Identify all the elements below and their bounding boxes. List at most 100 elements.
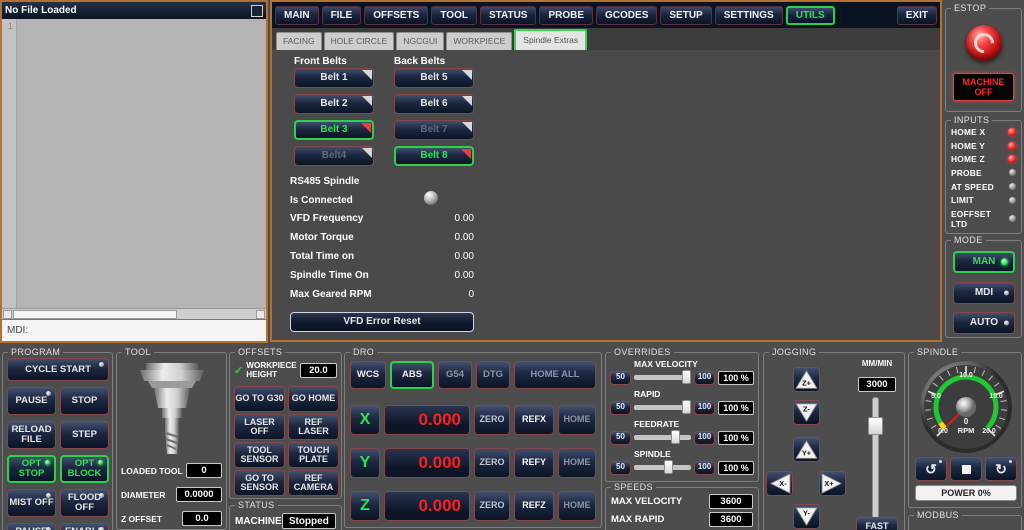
spindle-forward-button[interactable]: ↻	[985, 457, 1017, 481]
slider-handle[interactable]	[682, 400, 691, 414]
mode-auto-button[interactable]: AUTO	[953, 312, 1015, 334]
jog-y-minus-button[interactable]: Y-	[793, 504, 820, 529]
tab-workpiece[interactable]: WORKPIECE	[446, 32, 512, 50]
mdi-input[interactable]: MDI:	[2, 319, 266, 341]
zero-x-button[interactable]: ZERO	[474, 405, 510, 435]
ref-z-button[interactable]: REFZ	[514, 491, 554, 521]
override-100-button[interactable]: 100	[694, 431, 715, 445]
spindle-reverse-button[interactable]: ↺	[915, 457, 947, 481]
jog-x-plus-button[interactable]: X+	[819, 471, 846, 496]
menu-tool[interactable]: TOOL	[431, 6, 477, 25]
mist-button[interactable]: MIST OFF	[7, 489, 56, 517]
ref-camera-button[interactable]: REF CAMERA	[288, 470, 339, 496]
tool-sensor-button[interactable]: TOOL SENSOR	[234, 442, 285, 468]
jog-z-plus-button[interactable]: Z+	[793, 367, 820, 392]
mode-mdi-button[interactable]: MDI	[953, 282, 1015, 304]
editor-scrollbar-button[interactable]	[251, 5, 263, 17]
override-100-button[interactable]: 100	[694, 401, 715, 415]
jog-y-plus-button[interactable]: Y+	[793, 437, 820, 462]
ref-x-button[interactable]: REFX	[514, 405, 554, 435]
go-home-button[interactable]: GO HOME	[288, 386, 339, 412]
cycle-start-button[interactable]: CYCLE START	[7, 358, 109, 381]
feedrate-slider[interactable]	[634, 435, 691, 440]
menu-offsets[interactable]: OFFSETS	[364, 6, 428, 25]
home-z-button[interactable]: HOME	[558, 491, 596, 521]
laser-button[interactable]: LASER OFF	[234, 414, 285, 440]
slider-handle[interactable]	[671, 430, 680, 444]
max-velocity-slider[interactable]	[634, 375, 691, 380]
slider-handle[interactable]	[682, 370, 691, 384]
spindle-slider[interactable]	[634, 465, 691, 470]
override-50-button[interactable]: 50	[610, 431, 631, 445]
menu-probe[interactable]: PROBE	[539, 6, 593, 25]
tab-ngcgui[interactable]: NGCGUI	[396, 32, 444, 50]
pause-button[interactable]: PAUSE	[7, 387, 56, 415]
belt-6-button[interactable]: Belt 6	[394, 94, 474, 114]
abs-button[interactable]: ABS	[390, 361, 434, 389]
vfd-error-reset-button[interactable]: VFD Error Reset	[290, 312, 474, 332]
zero-z-button[interactable]: ZERO	[474, 491, 510, 521]
step-button[interactable]: STEP	[60, 421, 109, 449]
ref-laser-button[interactable]: REF LASER	[288, 414, 339, 440]
belt-5-button[interactable]: Belt 5	[394, 68, 474, 88]
menu-main[interactable]: MAIN	[275, 6, 319, 25]
belt-3-button[interactable]: Belt 3	[294, 120, 374, 140]
machine-off-button[interactable]: MACHINE OFF	[953, 73, 1014, 101]
belt-8-button[interactable]: Belt 8	[394, 146, 474, 166]
dtg-button[interactable]: DTG	[476, 361, 510, 389]
menu-settings[interactable]: SETTINGS	[715, 6, 783, 25]
opt-stop-button[interactable]: OPT STOP	[7, 455, 56, 483]
reload-file-button[interactable]: RELOAD FILE	[7, 421, 56, 449]
go-to-sensor-button[interactable]: GO TO SENSOR	[234, 470, 285, 496]
belt-1-button[interactable]: Belt 1	[294, 68, 374, 88]
z-axis-button[interactable]: Z	[350, 491, 380, 521]
menu-utils[interactable]: UTILS	[786, 6, 835, 25]
slider-handle[interactable]	[664, 460, 673, 474]
override-100-button[interactable]: 100	[694, 371, 715, 385]
touch-plate-button[interactable]: TOUCH PLATE	[288, 442, 339, 468]
mode-man-button[interactable]: MAN	[953, 251, 1015, 273]
y-axis-button[interactable]: Y	[350, 448, 380, 478]
spindle-stop-button[interactable]	[950, 457, 982, 481]
belt-7-button[interactable]: Belt 7	[394, 120, 474, 140]
x-axis-button[interactable]: X	[350, 405, 380, 435]
gcode-editor[interactable]: 1	[2, 19, 266, 308]
zero-y-button[interactable]: ZERO	[474, 448, 510, 478]
home-all-button[interactable]: HOME ALL	[514, 361, 596, 389]
tab-facing[interactable]: FACING	[276, 32, 322, 50]
rapid-slider[interactable]	[634, 405, 691, 410]
jog-rate-slider[interactable]	[868, 397, 882, 519]
flood-button[interactable]: FLOOD OFF	[60, 489, 109, 517]
opt-block-button[interactable]: OPT BLOCK	[60, 455, 109, 483]
stop-button[interactable]: STOP	[60, 387, 109, 415]
tab-spindle-extras[interactable]: Spindle Extras	[514, 29, 587, 50]
tab-hole-circle[interactable]: HOLE CIRCLE	[324, 32, 395, 50]
jog-x-minus-button[interactable]: X-	[766, 471, 793, 496]
override-100-button[interactable]: 100	[694, 461, 715, 475]
editor-horizontal-scrollbar[interactable]	[2, 308, 266, 319]
override-50-button[interactable]: 50	[610, 401, 631, 415]
home-y-button[interactable]: HOME	[558, 448, 596, 478]
gcode-editor-body[interactable]	[17, 19, 266, 308]
jog-fast-button[interactable]: FAST	[856, 517, 898, 530]
exit-button[interactable]: EXIT	[897, 6, 937, 25]
home-x-button[interactable]: HOME	[558, 405, 596, 435]
z-comp-button[interactable]: ENABLE Z COMP	[60, 523, 109, 530]
wcs-button[interactable]: WCS	[350, 361, 386, 389]
override-50-button[interactable]: 50	[610, 371, 631, 385]
ref-y-button[interactable]: REFY	[514, 448, 554, 478]
belt-4-button[interactable]: Belt4	[294, 146, 374, 166]
slider-handle[interactable]	[868, 417, 883, 435]
slider-track[interactable]	[872, 397, 879, 519]
g54-button[interactable]: G54	[438, 361, 472, 389]
go-to-g30-button[interactable]: GO TO G30	[234, 386, 285, 412]
menu-gcodes[interactable]: GCODES	[596, 6, 657, 25]
scrollbar-handle[interactable]	[13, 310, 177, 319]
jog-z-minus-button[interactable]: Z-	[793, 400, 820, 425]
estop-button[interactable]	[966, 25, 1002, 61]
scroll-right-button[interactable]	[256, 310, 265, 319]
override-50-button[interactable]: 50	[610, 461, 631, 475]
belt-2-button[interactable]: Belt 2	[294, 94, 374, 114]
menu-setup[interactable]: SETUP	[660, 6, 711, 25]
pause-spindle-button[interactable]: PAUSE SPINDLE	[7, 523, 56, 530]
